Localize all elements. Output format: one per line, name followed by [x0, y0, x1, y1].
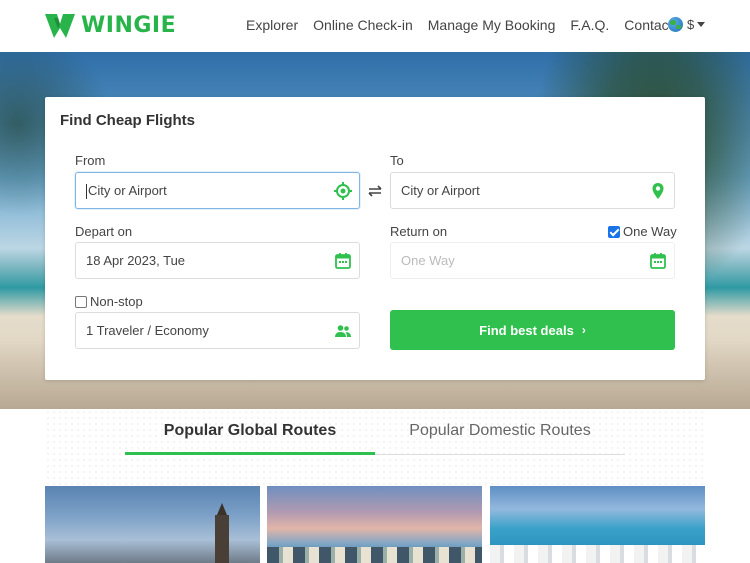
popular-routes-section: Popular Global Routes Popular Domestic R… [0, 409, 750, 563]
locate-target-icon[interactable] [333, 181, 353, 201]
currency-label: $ [687, 17, 695, 32]
non-stop-check-box[interactable] [75, 295, 87, 308]
return-date-field[interactable]: One Way [390, 242, 675, 279]
to-input-text: City or Airport [401, 183, 480, 198]
routes-tabs: Popular Global Routes Popular Domestic R… [125, 419, 625, 455]
return-date-placeholder: One Way [401, 253, 455, 268]
from-input[interactable]: City or Airport [75, 172, 360, 209]
nav-online-check-in[interactable]: Online Check-in [313, 17, 413, 33]
tab-popular-domestic-routes[interactable]: Popular Domestic Routes [375, 419, 625, 455]
globe-icon [668, 17, 683, 32]
clock-tower-illustration [215, 503, 229, 563]
depart-date-value: 18 Apr 2023, Tue [86, 253, 186, 268]
route-card-image[interactable] [490, 486, 705, 563]
tab-popular-global-routes[interactable]: Popular Global Routes [125, 419, 375, 455]
one-way-label: One Way [623, 224, 677, 239]
brand-name: WINGIE [81, 13, 177, 38]
to-input[interactable]: City or Airport [390, 172, 675, 209]
nav-contact[interactable]: Contact [624, 17, 672, 33]
swap-arrows-icon[interactable] [365, 181, 385, 201]
harbor-town-illustration [267, 547, 482, 563]
depart-label: Depart on [75, 224, 133, 239]
flight-search-card: Find Cheap Flights From City or Airport … [45, 97, 705, 380]
nav-explorer[interactable]: Explorer [246, 17, 298, 33]
non-stop-label: Non-stop [90, 294, 143, 309]
one-way-checkbox[interactable]: One Way [608, 224, 677, 239]
chevron-right-icon: › [581, 323, 586, 337]
travelers-value: 1 Traveler / Economy [86, 323, 209, 338]
nav-faq[interactable]: F.A.Q. [570, 17, 609, 33]
coastal-hotels-illustration [490, 545, 705, 563]
return-label: Return on [390, 224, 448, 239]
depart-date-field[interactable]: 18 Apr 2023, Tue [75, 242, 360, 279]
calendar-icon [650, 253, 666, 269]
search-card-title: Find Cheap Flights [60, 112, 195, 129]
from-label: From [75, 153, 106, 168]
main-nav: Explorer Online Check-in Manage My Booki… [246, 17, 688, 33]
language-currency-selector[interactable]: $ [668, 17, 706, 32]
wingie-logo-icon [45, 13, 75, 38]
brand-logo[interactable]: WINGIE [45, 13, 176, 38]
find-best-deals-label: Find best deals [479, 322, 574, 338]
site-header: WINGIE Explorer Online Check-in Manage M… [0, 0, 750, 52]
nav-manage-booking[interactable]: Manage My Booking [428, 17, 556, 33]
non-stop-checkbox[interactable]: Non-stop [75, 294, 143, 309]
to-label: To [390, 153, 404, 168]
route-card-image[interactable] [267, 486, 482, 563]
chevron-down-icon [697, 22, 706, 27]
from-input-text: City or Airport [88, 183, 167, 198]
one-way-check-box[interactable] [608, 225, 620, 238]
people-icon [335, 325, 351, 337]
route-card-image[interactable] [45, 486, 260, 563]
calendar-icon [335, 253, 351, 269]
text-cursor [86, 184, 87, 200]
travelers-field[interactable]: 1 Traveler / Economy [75, 312, 360, 349]
map-pin-icon [652, 183, 664, 199]
find-best-deals-button[interactable]: Find best deals › [390, 310, 675, 350]
